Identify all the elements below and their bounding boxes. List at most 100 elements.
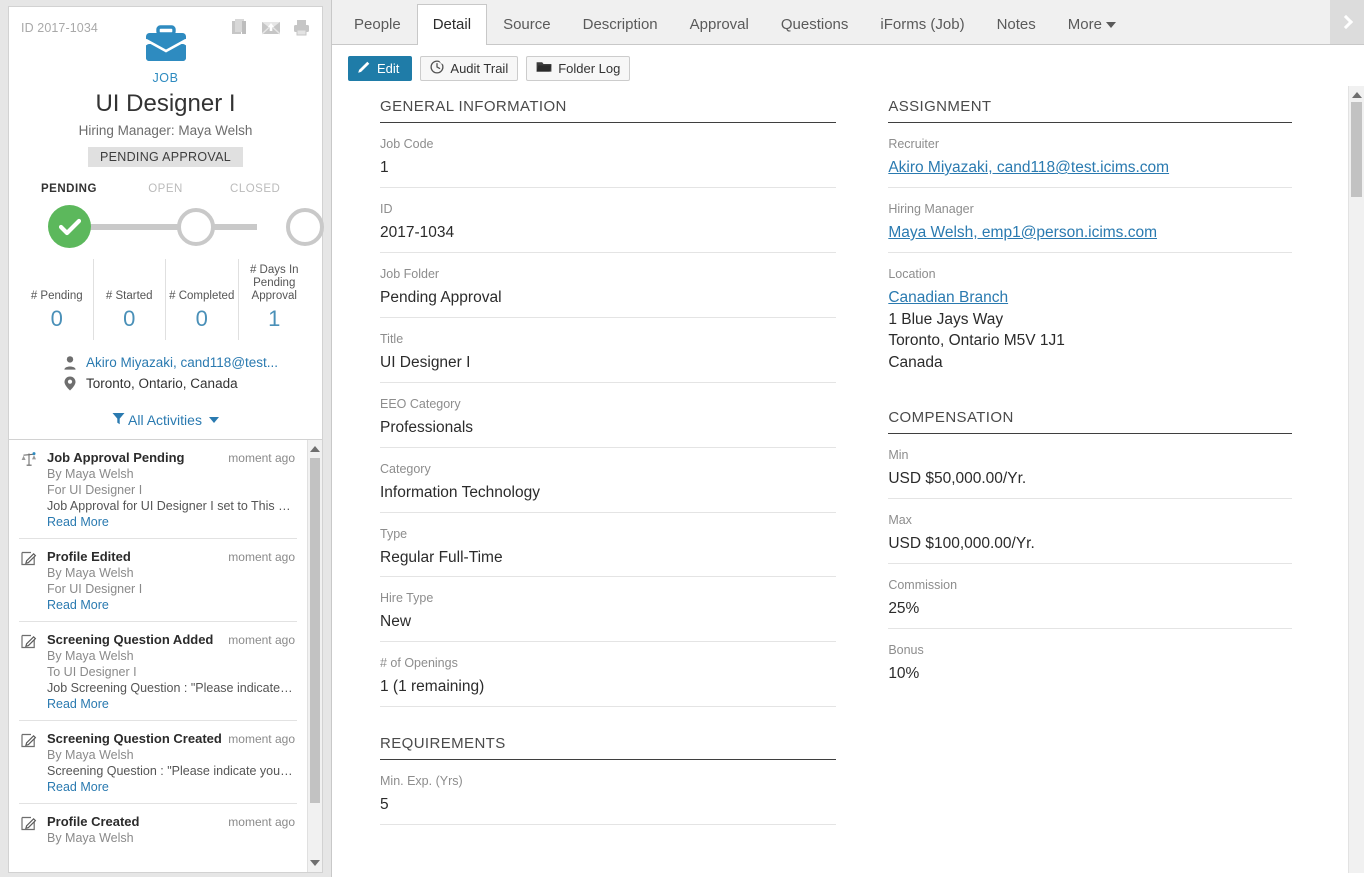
field-bonus: Bonus 10%: [888, 629, 1292, 693]
edit-icon: [21, 549, 39, 612]
list-item[interactable]: Screening Question Added moment ago By M…: [19, 622, 297, 721]
stat-pending: # Pending 0: [21, 259, 93, 340]
activity-detail: Job Approval for UI Designer I set to Th…: [47, 499, 295, 513]
scroll-up-arrow[interactable]: [308, 442, 322, 456]
progress-node-closed[interactable]: [286, 208, 324, 246]
activity-title: Screening Question Added: [47, 632, 213, 647]
tab-description[interactable]: Description: [567, 4, 674, 45]
folder-icon: [536, 60, 552, 76]
list-item[interactable]: Screening Question Created moment ago By…: [19, 721, 297, 804]
field-value: 5: [380, 795, 836, 816]
pencil-icon: [357, 60, 371, 77]
activity-time: moment ago: [228, 451, 295, 465]
scrollbar-thumb[interactable]: [310, 458, 320, 803]
scroll-down-arrow[interactable]: [308, 856, 322, 870]
person-icon: [63, 356, 77, 370]
tab-bar: People Detail Source Description Approva…: [332, 0, 1364, 45]
tab-detail[interactable]: Detail: [417, 4, 487, 45]
assignment-column: ASSIGNMENT Recruiter Akiro Miyazaki, can…: [860, 98, 1348, 873]
field-eeo-category: EEO Category Professionals: [380, 383, 836, 448]
activity-time: moment ago: [228, 633, 295, 647]
field-job-folder: Job Folder Pending Approval: [380, 253, 836, 318]
edit-button[interactable]: Edit: [348, 56, 412, 81]
address-line-3: Canada: [888, 352, 1292, 373]
job-summary-card: ID 2017-1034: [8, 6, 323, 406]
scrollbar-thumb[interactable]: [1351, 102, 1362, 197]
status-badge: PENDING APPROVAL: [88, 147, 243, 167]
scales-icon: [21, 450, 39, 529]
activity-for: For UI Designer I: [47, 483, 295, 497]
chevron-down-icon: [209, 417, 219, 423]
main-panel: People Detail Source Description Approva…: [331, 0, 1364, 877]
activity-read-more[interactable]: Read More: [47, 780, 295, 794]
activity-detail: Screening Question : "Please indicate yo…: [47, 764, 295, 778]
activity-body: Profile Edited moment ago By Maya Welsh …: [47, 549, 295, 612]
folder-log-button[interactable]: Folder Log: [526, 56, 630, 81]
activity-read-more[interactable]: Read More: [47, 598, 295, 612]
activity-list: Job Approval Pending moment ago By Maya …: [9, 440, 307, 872]
field-value: Regular Full-Time: [380, 548, 836, 569]
meta-rows: Akiro Miyazaki, cand118@test... Toronto,…: [21, 352, 310, 406]
field-job-code: Job Code 1: [380, 123, 836, 188]
tab-notes[interactable]: Notes: [981, 4, 1052, 45]
field-min-exp-yrs: Min. Exp. (Yrs) 5: [380, 760, 836, 825]
tab-approval[interactable]: Approval: [674, 4, 765, 45]
content-scrollbar[interactable]: [1348, 86, 1364, 873]
job-detail-screen: ID 2017-1034: [0, 0, 1364, 877]
stat-label: # Completed: [168, 263, 236, 303]
copy-icon[interactable]: [231, 19, 248, 36]
tab-source[interactable]: Source: [487, 4, 567, 45]
bottom-strip: [332, 873, 1364, 877]
field-type: Type Regular Full-Time: [380, 513, 836, 578]
tab-people[interactable]: People: [338, 4, 417, 45]
audit-trail-label: Audit Trail: [450, 61, 508, 76]
detail-columns: GENERAL INFORMATION Job Code 1 ID 2017-1…: [332, 86, 1348, 873]
card-action-icons: [231, 17, 310, 36]
tab-iforms-job[interactable]: iForms (Job): [864, 4, 980, 45]
tabs-next-button[interactable]: [1330, 0, 1364, 44]
location-link[interactable]: Canadian Branch: [888, 289, 1008, 306]
stat-completed: # Completed 0: [165, 259, 238, 340]
field-hire-type: Hire Type New: [380, 577, 836, 642]
activity-time: moment ago: [228, 815, 295, 829]
list-item[interactable]: Profile Edited moment ago By Maya Welsh …: [19, 539, 297, 622]
audit-trail-button[interactable]: Audit Trail: [420, 56, 518, 81]
recruiter-link[interactable]: Akiro Miyazaki, cand118@test.icims.com: [888, 159, 1169, 176]
scroll-up-arrow[interactable]: [1349, 88, 1364, 102]
list-item[interactable]: Profile Created moment ago By Maya Welsh: [19, 804, 297, 854]
print-icon[interactable]: [293, 19, 310, 36]
progress-labels: PENDING OPEN CLOSED: [29, 183, 302, 195]
progress-node-pending[interactable]: [48, 205, 91, 248]
field-id: ID 2017-1034: [380, 188, 836, 253]
field-label: # of Openings: [380, 656, 836, 670]
progress-label-closed: CLOSED: [210, 183, 300, 195]
field-value: Akiro Miyazaki, cand118@test.icims.com: [888, 158, 1292, 179]
activity-body: Screening Question Created moment ago By…: [47, 731, 295, 794]
activity-detail: Job Screening Question : "Please indicat…: [47, 681, 295, 695]
tab-more-label: More: [1068, 16, 1102, 33]
folder-log-label: Folder Log: [558, 61, 620, 76]
all-activities-filter[interactable]: All Activities: [112, 412, 219, 428]
person-link[interactable]: Akiro Miyazaki, cand118@test...: [86, 355, 278, 370]
activity-read-more[interactable]: Read More: [47, 515, 295, 529]
section-title-general-information: GENERAL INFORMATION: [380, 98, 836, 123]
field-value: 1: [380, 158, 836, 179]
activity-scrollbar[interactable]: [307, 440, 322, 872]
tab-more[interactable]: More: [1052, 4, 1132, 45]
list-item[interactable]: Job Approval Pending moment ago By Maya …: [19, 440, 297, 539]
tab-questions[interactable]: Questions: [765, 4, 865, 45]
field-value: USD $100,000.00/Yr.: [888, 534, 1292, 555]
edit-button-label: Edit: [377, 61, 399, 76]
filter-icon: [112, 412, 125, 428]
field-label: Max: [888, 513, 1292, 527]
stat-label: # Days In Pending Approval: [241, 263, 309, 303]
field-value: 10%: [888, 664, 1292, 685]
activity-feed: Job Approval Pending moment ago By Maya …: [8, 439, 323, 873]
activity-read-more[interactable]: Read More: [47, 697, 295, 711]
activity-title: Job Approval Pending: [47, 450, 184, 465]
hiring-manager-link[interactable]: Maya Welsh, emp1@person.icims.com: [888, 224, 1157, 241]
progress-label-open: OPEN: [121, 183, 211, 195]
job-type-label: JOB: [21, 71, 310, 85]
email-icon[interactable]: [262, 19, 279, 36]
progress-node-open[interactable]: [177, 208, 215, 246]
